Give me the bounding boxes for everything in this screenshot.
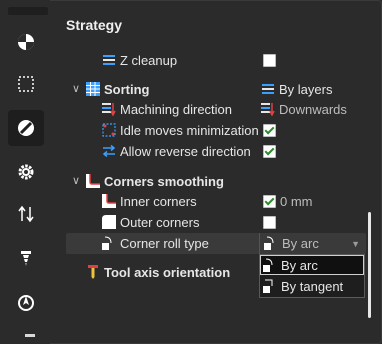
row-tool-axis-orientation[interactable]: Tool axis orientation xyxy=(86,262,230,282)
gear-icon xyxy=(18,164,34,180)
corners-smoothing-chevron-icon[interactable]: ∨ xyxy=(72,176,82,187)
vertical-arrows-icon xyxy=(18,205,34,223)
tool-rail xyxy=(0,0,50,344)
rail-button-area[interactable] xyxy=(8,66,44,102)
dropdown-caret-icon: ▼ xyxy=(351,239,360,249)
inner-corner-icon xyxy=(102,194,116,208)
row-corners-smoothing[interactable]: Corners smoothing xyxy=(86,171,224,191)
drill-bit-icon xyxy=(21,251,31,266)
menu-option-by-arc[interactable]: By arc xyxy=(260,255,364,275)
row-allow-reverse[interactable]: Allow reverse direction xyxy=(102,141,251,161)
dashed-square-icon xyxy=(18,76,34,92)
sorting-chevron-icon[interactable]: ∨ xyxy=(72,84,82,95)
sorting-value-text: By layers xyxy=(279,81,333,97)
menu-option-label: By tangent xyxy=(281,278,344,294)
z-cleanup-checkbox[interactable] xyxy=(263,54,276,67)
machining-direction-value[interactable]: Downwards xyxy=(261,99,347,119)
tangent-icon xyxy=(263,279,273,293)
idle-moves-icon xyxy=(102,123,116,137)
menu-option-by-tangent[interactable]: By tangent xyxy=(260,276,364,296)
corners-smoothing-label: Corners smoothing xyxy=(104,173,224,189)
allow-reverse-checkbox[interactable] xyxy=(263,145,276,158)
row-z-cleanup[interactable]: Z cleanup xyxy=(102,50,177,70)
layers-icon xyxy=(262,84,274,94)
idle-moves-label: Idle moves minimization xyxy=(120,122,259,138)
rail-button-linking[interactable] xyxy=(8,196,44,232)
z-cleanup-label: Z cleanup xyxy=(120,52,178,68)
idle-moves-checkbox[interactable] xyxy=(263,124,276,137)
tool-axis-icon xyxy=(88,265,98,279)
no-entry-icon xyxy=(18,120,34,136)
rail-button-strategy[interactable] xyxy=(8,110,44,146)
arc-icon xyxy=(263,258,273,272)
rail-button-holder[interactable] xyxy=(8,284,44,320)
corner-roll-type-value: By arc xyxy=(282,235,319,251)
machining-direction-icon xyxy=(102,103,116,116)
inner-corners-label: Inner corners xyxy=(120,193,197,209)
arc-icon xyxy=(264,236,274,250)
rail-button-tool[interactable] xyxy=(8,240,44,276)
row-idle-moves[interactable]: Idle moves minimization xyxy=(102,120,259,140)
row-inner-corners[interactable]: Inner corners xyxy=(102,191,197,211)
reverse-arrows-icon xyxy=(102,144,116,158)
sorting-label: Sorting xyxy=(104,81,150,97)
sorting-value[interactable]: By layers xyxy=(261,79,332,99)
inner-corners-checkbox[interactable] xyxy=(263,195,276,208)
corner-roll-type-label: Corner roll type xyxy=(120,235,209,251)
vertical-scrollbar[interactable] xyxy=(368,212,371,318)
outer-corners-label: Outer corners xyxy=(120,214,200,230)
allow-reverse-label: Allow reverse direction xyxy=(120,143,251,159)
corner-roll-type-menu: By arc By tangent xyxy=(259,254,365,298)
rail-grip xyxy=(8,7,48,15)
machining-direction-label: Machining direction xyxy=(120,101,233,117)
rail-button-statistics[interactable] xyxy=(8,24,44,60)
row-outer-corners[interactable]: Outer corners xyxy=(102,212,199,232)
inner-corners-value[interactable]: 0 mm xyxy=(280,194,313,209)
downwards-icon xyxy=(261,103,275,116)
row-corner-roll-type[interactable]: Corner roll type xyxy=(102,233,209,253)
outer-corners-checkbox[interactable] xyxy=(263,216,276,229)
outer-corner-icon xyxy=(102,215,116,229)
corner-roll-type-select[interactable]: By arc ▼ xyxy=(259,233,364,254)
row-sorting[interactable]: Sorting xyxy=(86,79,150,99)
corner-roll-type-select-content: By arc xyxy=(264,233,319,253)
tool-tip-icon xyxy=(18,295,34,311)
tool-axis-orientation-label: Tool axis orientation xyxy=(104,264,231,280)
z-cleanup-icon xyxy=(103,55,115,65)
rail-button-settings[interactable] xyxy=(8,154,44,190)
rail-more-indicator xyxy=(25,334,35,337)
sorting-grid-icon xyxy=(86,82,100,96)
corners-smoothing-icon xyxy=(86,174,100,188)
row-machining-direction[interactable]: Machining direction xyxy=(102,99,232,119)
corner-roll-icon xyxy=(102,236,112,250)
machining-direction-value-text: Downwards xyxy=(279,101,347,117)
menu-option-label: By arc xyxy=(281,257,318,273)
strategy-panel: Strategy Z cleanup ∨ Sorting By layers M… xyxy=(52,0,382,344)
pie-chart-icon xyxy=(18,34,34,50)
panel-title: Strategy xyxy=(66,17,123,33)
